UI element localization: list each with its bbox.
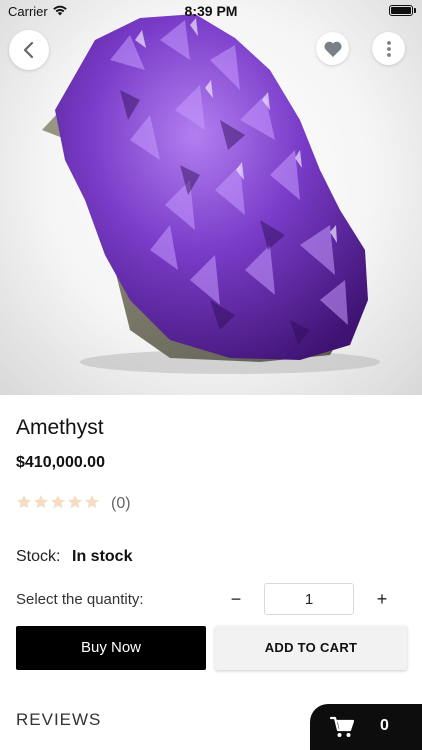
favorite-button[interactable]	[316, 32, 349, 65]
quantity-input[interactable]: 1	[264, 583, 354, 615]
product-image	[0, 0, 422, 395]
star-icon	[85, 495, 99, 509]
quantity-decrease-button[interactable]: −	[222, 584, 250, 614]
buy-now-button[interactable]: Buy Now	[16, 626, 206, 670]
rating-count: (0)	[111, 495, 131, 512]
star-icon	[17, 495, 31, 509]
stock-value: In stock	[72, 548, 133, 565]
status-bar: Carrier 8:39 PM	[0, 0, 422, 22]
cart-count-badge: 0	[380, 717, 389, 734]
cart-icon	[330, 716, 354, 737]
quantity-label: Select the quantity:	[16, 591, 144, 608]
quantity-increase-button[interactable]: +	[368, 584, 396, 614]
chevron-left-icon	[23, 41, 34, 59]
star-icon	[68, 495, 82, 509]
add-to-cart-button[interactable]: ADD TO CART	[215, 626, 407, 670]
product-title: Amethyst	[16, 416, 104, 439]
cart-button[interactable]: 0	[310, 704, 422, 750]
status-time: 8:39 PM	[184, 3, 238, 19]
more-options-button[interactable]	[372, 32, 405, 65]
star-icon	[34, 495, 48, 509]
battery-icon	[389, 5, 416, 16]
heart-icon	[323, 41, 342, 57]
rating-stars[interactable]	[16, 494, 100, 510]
stock-label: Stock:	[16, 548, 61, 565]
more-vertical-icon	[386, 40, 391, 57]
star-icon	[51, 495, 65, 509]
product-price: $410,000.00	[16, 454, 105, 471]
reviews-heading: REVIEWS	[16, 710, 102, 729]
amethyst-illustration	[42, 14, 380, 374]
back-button[interactable]	[9, 30, 49, 70]
